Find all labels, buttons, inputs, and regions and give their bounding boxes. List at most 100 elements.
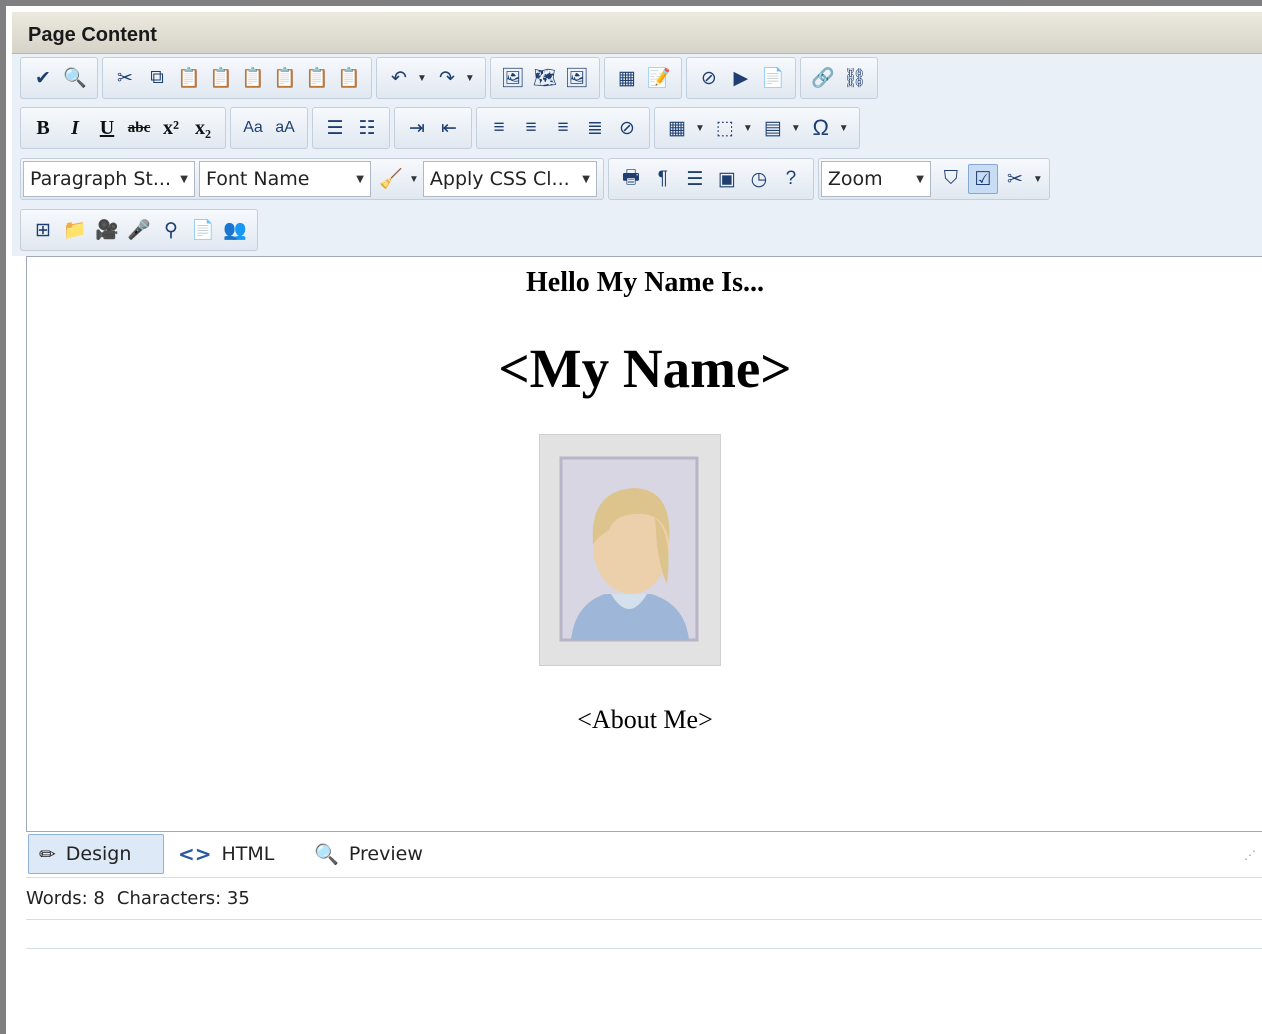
insert-form-icon[interactable]: 📄 — [758, 63, 788, 93]
format-stripper-icon[interactable]: 🧹 — [376, 164, 406, 194]
tab-preview[interactable]: 🔍 Preview — [304, 834, 454, 874]
toolbar-group-spelling: ✔ 🔍 — [20, 57, 98, 99]
page-content-header: Page Content — [12, 12, 1262, 54]
tab-preview-label: Preview — [348, 843, 423, 865]
paste-plain-text-icon[interactable]: 📋 — [206, 63, 236, 93]
format-stripper-dropdown-icon[interactable]: ▼ — [409, 174, 419, 185]
indent-icon[interactable]: ⇥ — [402, 113, 432, 143]
spellcheck-icon[interactable]: ✔ — [28, 63, 58, 93]
insert-folder-icon[interactable]: 📁 — [60, 215, 90, 245]
insert-symbol-icon[interactable]: Ω — [806, 113, 836, 143]
strikethrough-icon[interactable]: abc — [124, 113, 154, 143]
remove-alignment-icon[interactable]: ⊘ — [612, 113, 642, 143]
image-map-icon[interactable]: 🗺 — [530, 63, 560, 93]
paragraph-mark-icon[interactable]: ¶ — [648, 164, 678, 194]
toolbar-group-clipboard: ✂ ⧉ 📋 📋 📋 📋 📋 📋 — [102, 57, 372, 99]
convert-to-lower-icon[interactable]: Aa — [238, 113, 268, 143]
image-manager-icon[interactable]: 🖼 — [498, 63, 528, 93]
css-class-value: Apply CSS Cl... — [429, 168, 570, 190]
link-manager-icon[interactable]: 🔗 — [808, 63, 838, 93]
help-icon[interactable]: ? — [776, 164, 806, 194]
insert-table-dropdown-icon[interactable]: ▼ — [695, 123, 705, 134]
align-center-icon[interactable]: ≡ — [516, 113, 546, 143]
pencil-icon: ✏ — [39, 842, 56, 866]
toolbar-group-align: ≡ ≡ ≡ ≣ ⊘ — [476, 107, 650, 149]
paste-icon[interactable]: 📋 — [174, 63, 204, 93]
new-window-icon[interactable]: ⊞ — [28, 215, 58, 245]
paste-as-html-icon[interactable]: 📋 — [334, 63, 364, 93]
underline-icon[interactable]: U — [92, 113, 122, 143]
insert-document-icon[interactable]: 📄 — [188, 215, 218, 245]
redo-dropdown-icon[interactable]: ▼ — [465, 73, 475, 84]
paragraph-style-select[interactable]: Paragraph St... ▼ — [23, 161, 195, 197]
undo-icon[interactable]: ↶ — [384, 63, 414, 93]
code-brackets-icon: <> — [178, 842, 212, 866]
tab-design-label: Design — [65, 843, 132, 865]
align-left-icon[interactable]: ≡ — [484, 113, 514, 143]
paste-html-icon[interactable]: 📋 — [302, 63, 332, 93]
zoom-value: Zoom — [827, 168, 883, 190]
print-icon[interactable]: 🖶 — [616, 164, 646, 194]
toolbar-group-indent: ⇥ ⇤ — [394, 107, 472, 149]
insert-time-icon[interactable]: ◷ — [744, 164, 774, 194]
convert-to-upper-icon[interactable]: aA — [270, 113, 300, 143]
superscript-icon[interactable]: x² — [156, 113, 186, 143]
paste-from-word-icon[interactable]: 📋 — [238, 63, 268, 93]
toolbar-row-1: ✔ 🔍 ✂ ⧉ 📋 📋 📋 📋 📋 📋 ↶ ▼ ↷ ▼ 🖼 🗺 🖼 ▦ 📝 ⊘ … — [20, 54, 882, 102]
editor-content-area[interactable]: Hello My Name Is... <My Name> <About Me> — [26, 256, 1262, 832]
insert-video-icon[interactable]: 🎥 — [92, 215, 122, 245]
insert-users-icon[interactable]: 👥 — [220, 215, 250, 245]
media-manager-icon[interactable]: ▶ — [726, 63, 756, 93]
magnifier-icon: 🔍 — [314, 842, 339, 866]
paste-word-cleanup-icon[interactable]: 📋 — [270, 63, 300, 93]
toolbar-group-zoom: Zoom ▼ ⛉ ☑ ✂ ▼ — [817, 158, 1050, 200]
xhtml-validator-icon[interactable]: ✂ — [1000, 164, 1030, 194]
chevron-down-icon: ▼ — [356, 173, 364, 185]
font-name-select[interactable]: Font Name ▼ — [199, 161, 371, 197]
cut-icon[interactable]: ✂ — [110, 63, 140, 93]
toolbar-group-case: Aa aA — [230, 107, 308, 149]
profile-photo-placeholder[interactable] — [538, 433, 722, 667]
tab-design[interactable]: ✏ Design — [28, 834, 164, 874]
align-right-icon[interactable]: ≡ — [548, 113, 578, 143]
justify-icon[interactable]: ≣ — [580, 113, 610, 143]
flash-manager-icon[interactable]: ⊘ — [694, 63, 724, 93]
italic-icon[interactable]: I — [60, 113, 90, 143]
bold-icon[interactable]: B — [28, 113, 58, 143]
zoom-select[interactable]: Zoom ▼ — [820, 161, 931, 197]
insert-symbol-dropdown-icon[interactable]: ▼ — [839, 123, 849, 134]
numbered-list-icon[interactable]: ☰ — [320, 113, 350, 143]
xhtml-validator-dropdown-icon[interactable]: ▼ — [1033, 174, 1043, 185]
css-class-select[interactable]: Apply CSS Cl... ▼ — [422, 161, 597, 197]
undo-dropdown-icon[interactable]: ▼ — [417, 73, 427, 84]
module-manager-icon[interactable]: ⛉ — [936, 164, 966, 194]
copy-icon[interactable]: ⧉ — [142, 63, 172, 93]
insert-date-icon[interactable]: ▣ — [712, 164, 742, 194]
find-replace-icon[interactable]: 🔍 — [60, 63, 90, 93]
outdent-icon[interactable]: ⇤ — [434, 113, 464, 143]
tab-html[interactable]: <> HTML — [168, 834, 288, 874]
font-name-value: Font Name — [206, 168, 310, 190]
bulleted-list-icon[interactable]: ☷ — [352, 113, 382, 143]
form-element-icon[interactable]: ▤ — [758, 113, 788, 143]
editor-window: Page Content ✔ 🔍 ✂ ⧉ 📋 📋 📋 📋 📋 📋 ↶ ▼ ↷ ▼… — [0, 0, 1262, 1034]
toolbar-row-4: ⊞ 📁 🎥 🎤 ⚲ 📄 👥 — [20, 206, 262, 254]
toolbar-row-2: B I U abc x² x₂ Aa aA ☰ ☷ ⇥ ⇤ ≡ ≡ ≡ ≣ ⊘ … — [20, 104, 864, 152]
subscript-icon[interactable]: x₂ — [188, 113, 218, 143]
insert-table-icon[interactable]: ▦ — [662, 113, 692, 143]
chevron-down-icon: ▼ — [916, 173, 924, 185]
insert-audio-icon[interactable]: 🎤 — [124, 215, 154, 245]
insert-sitemap-icon[interactable]: ⚲ — [156, 215, 186, 245]
remove-link-icon[interactable]: ⛓ — [840, 63, 870, 93]
image-properties-icon[interactable]: 🖼 — [562, 63, 592, 93]
resize-grip-icon[interactable]: ⋰ — [1244, 848, 1256, 862]
toolbar-group-lists: ☰ ☷ — [312, 107, 390, 149]
toggle-borders-icon[interactable]: ☑ — [967, 164, 998, 194]
template-manager-icon[interactable]: ▦ — [612, 63, 642, 93]
insert-horizontal-rule-icon[interactable]: ☰ — [680, 164, 710, 194]
form-element-dropdown-icon[interactable]: ▼ — [791, 123, 801, 134]
document-manager-icon[interactable]: 📝 — [644, 63, 674, 93]
redo-icon[interactable]: ↷ — [432, 63, 462, 93]
insert-snippet-dropdown-icon[interactable]: ▼ — [743, 123, 753, 134]
insert-snippet-icon[interactable]: ⬚ — [710, 113, 740, 143]
